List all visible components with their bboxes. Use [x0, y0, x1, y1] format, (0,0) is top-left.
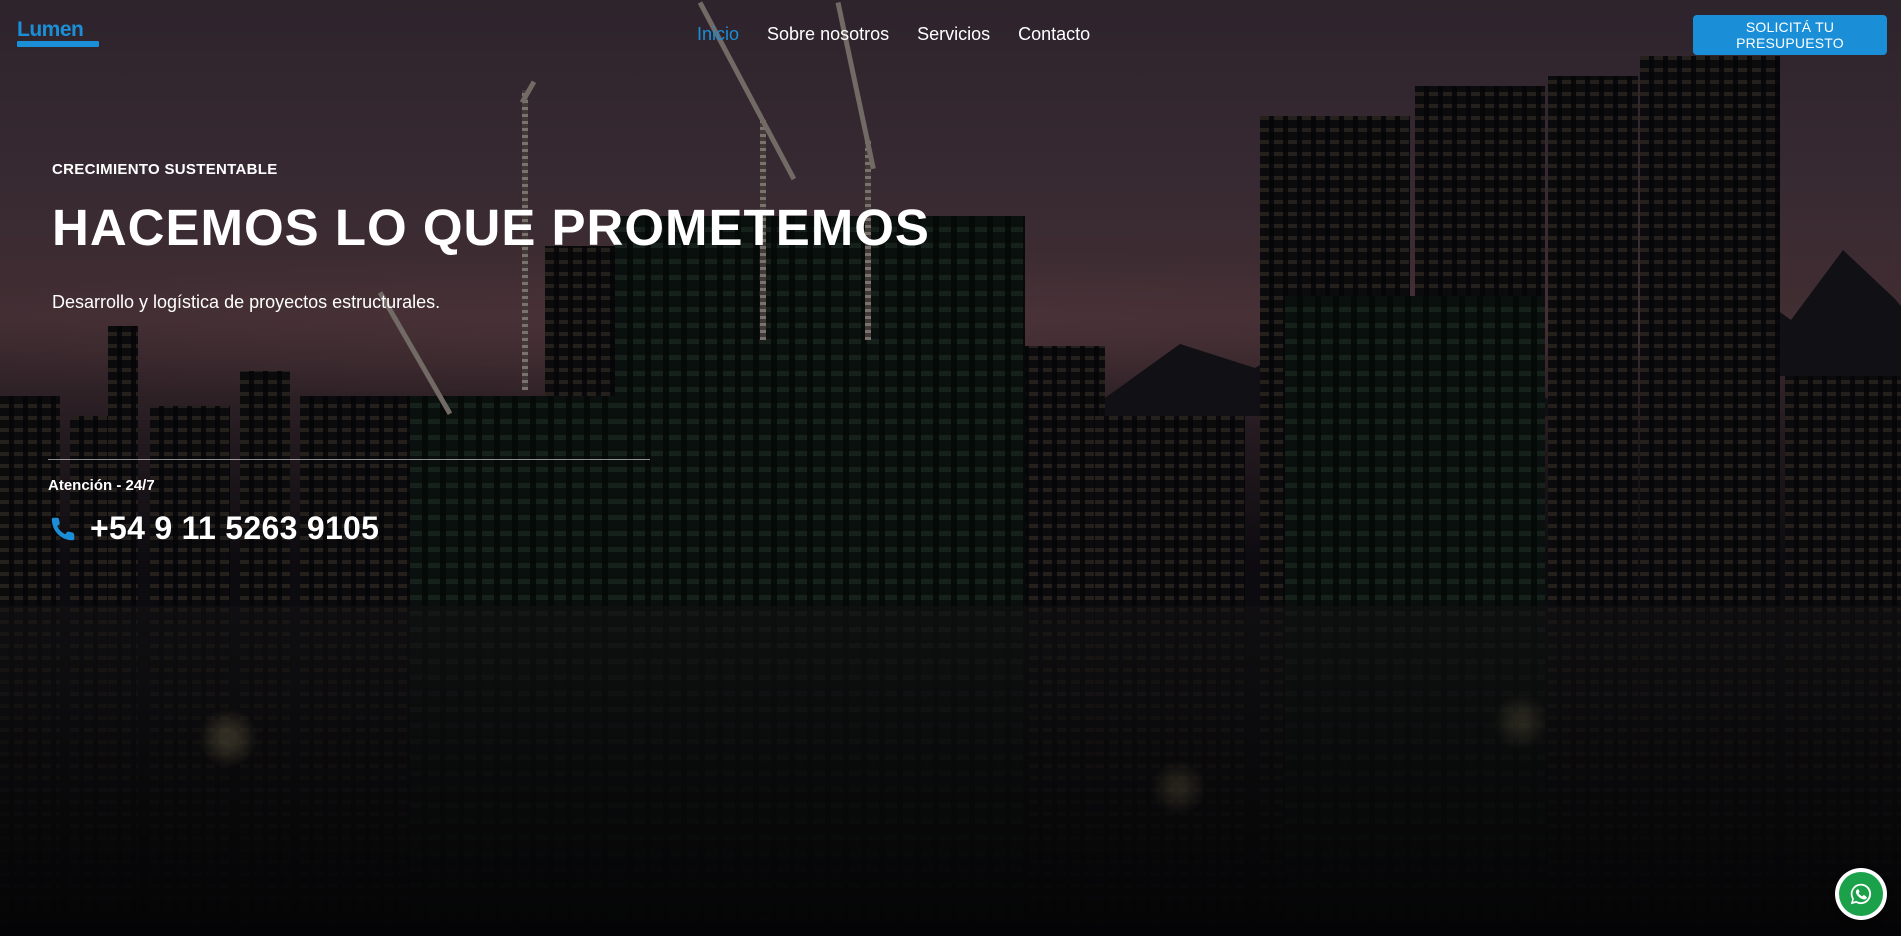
nav-item-servicios[interactable]: Servicios	[917, 22, 990, 46]
whatsapp-badge	[1839, 872, 1883, 916]
phone-link[interactable]: +54 9 11 5263 9105	[48, 510, 379, 547]
hero-subtitle: Desarrollo y logística de proyectos estr…	[52, 292, 441, 312]
brand-logo[interactable]: Lumen	[17, 19, 99, 47]
site-header: Lumen Inicio Sobre nosotros Servicios Co…	[0, 0, 1901, 68]
phone-icon	[51, 517, 75, 540]
nav-item-sobre-nosotros[interactable]: Sobre nosotros	[767, 22, 889, 46]
nav-item-contacto[interactable]: Contacto	[1018, 22, 1090, 46]
nav-item-inicio[interactable]: Inicio	[697, 22, 739, 46]
attention-label: Atención - 24/7	[48, 477, 155, 494]
hero-section: CRECIMIENTO SUSTENTABLE HACEMOS LO QUE P…	[52, 150, 952, 313]
hero-title: HACEMOS LO QUE PROMETEMOS	[52, 199, 930, 256]
main-nav: Inicio Sobre nosotros Servicios Contacto	[697, 22, 1090, 46]
hero-background-image	[0, 0, 1901, 936]
logo-wordmark: Lumen	[17, 18, 84, 41]
phone-number: +54 9 11 5263 9105	[90, 510, 380, 546]
hero-divider	[48, 459, 650, 460]
whatsapp-button[interactable]	[1835, 868, 1887, 920]
hero-eyebrow: CRECIMIENTO SUSTENTABLE	[52, 161, 278, 178]
logo-underline-bar	[17, 41, 99, 47]
dark-overlay	[0, 0, 1901, 936]
request-quote-button[interactable]: SOLICITÁ TU PRESUPUESTO	[1693, 15, 1887, 55]
whatsapp-icon	[1850, 883, 1872, 905]
